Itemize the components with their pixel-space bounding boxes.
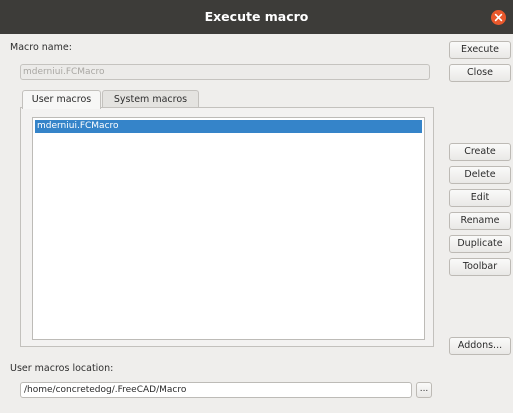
user-macros-panel: mderniui.FCMacro — [20, 107, 434, 347]
close-button[interactable]: Close — [449, 64, 511, 82]
macro-name-label: Macro name: — [10, 42, 72, 53]
tab-system-macros[interactable]: System macros — [102, 90, 199, 108]
browse-location-button[interactable]: ... — [416, 382, 432, 398]
execute-button[interactable]: Execute — [449, 41, 511, 59]
addons-button[interactable]: Addons... — [449, 337, 511, 355]
toolbar-button[interactable]: Toolbar — [449, 258, 511, 276]
rename-button[interactable]: Rename — [449, 212, 511, 230]
edit-button[interactable]: Edit — [449, 189, 511, 207]
duplicate-button[interactable]: Duplicate — [449, 235, 511, 253]
macro-list-item[interactable]: mderniui.FCMacro — [35, 120, 422, 133]
window-close-button[interactable] — [491, 10, 506, 25]
tab-user-macros[interactable]: User macros — [22, 90, 101, 109]
macros-location-field[interactable]: /home/concretedog/.FreeCAD/Macro — [20, 382, 412, 398]
close-icon — [494, 13, 503, 22]
macros-location-label: User macros location: — [10, 363, 114, 374]
title-bar: Execute macro — [0, 0, 513, 34]
macro-list[interactable]: mderniui.FCMacro — [32, 117, 425, 340]
delete-button[interactable]: Delete — [449, 166, 511, 184]
macro-name-field[interactable]: mderniui.FCMacro — [20, 64, 430, 80]
create-button[interactable]: Create — [449, 143, 511, 161]
window-title: Execute macro — [204, 9, 309, 24]
